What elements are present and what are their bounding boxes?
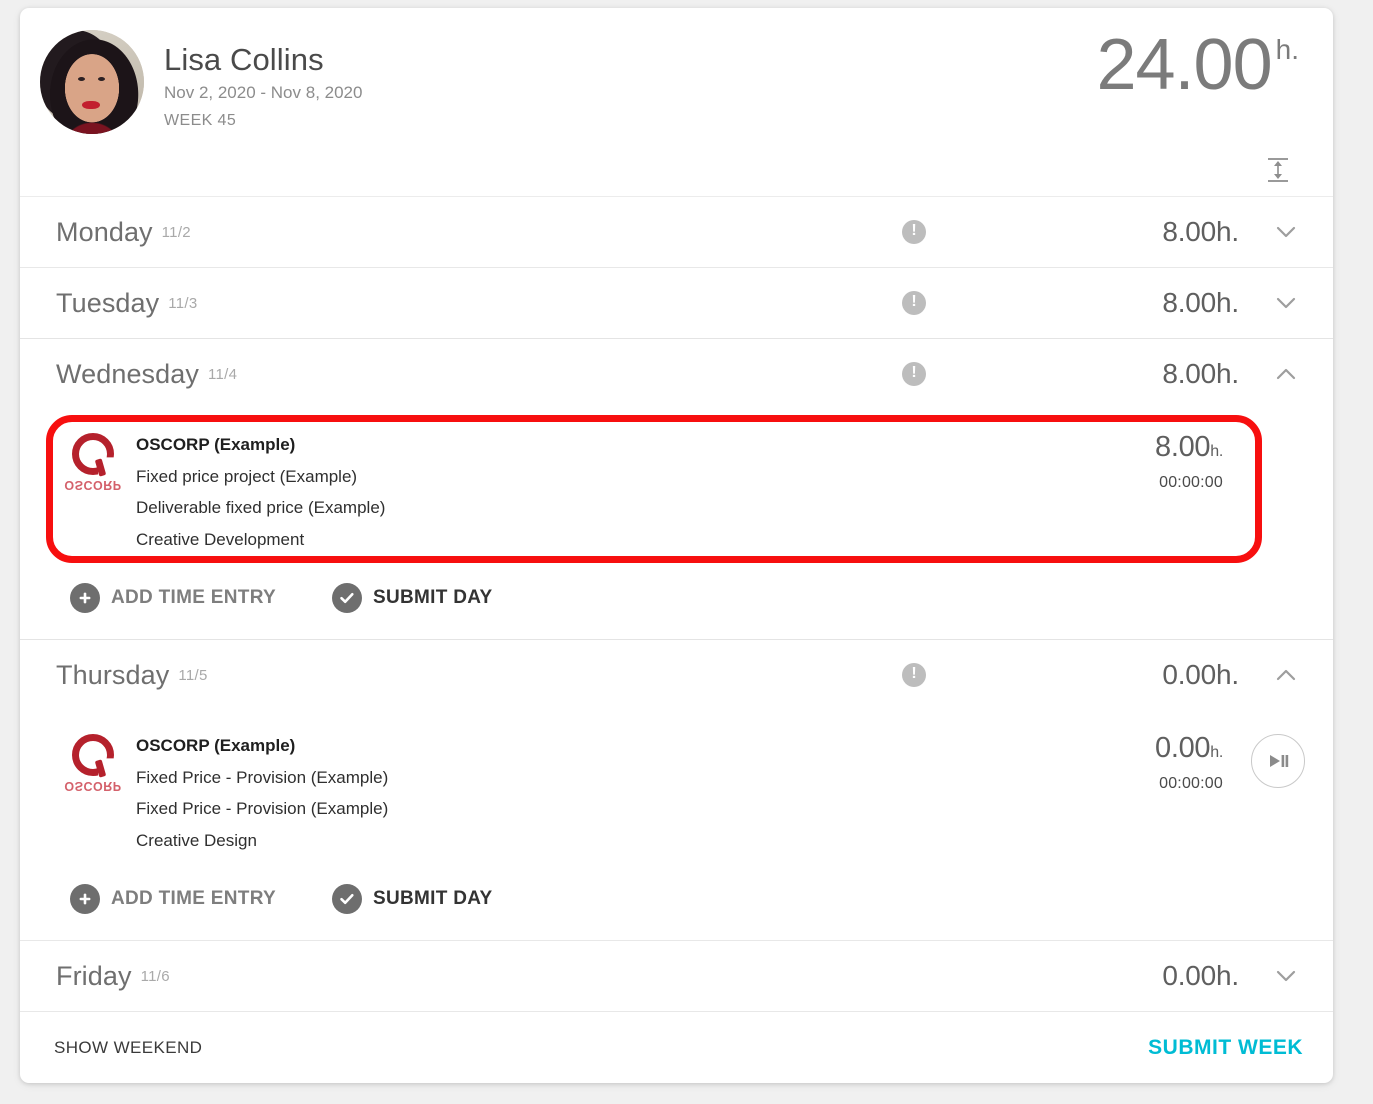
- day-row-tuesday[interactable]: Tuesday 11/3 ! 8.00h.: [20, 268, 1333, 338]
- chevron-down-icon[interactable]: [1267, 957, 1305, 995]
- entry-task: Creative Development: [136, 529, 305, 549]
- day-row-wednesday[interactable]: Wednesday 11/4 ! 8.00h.: [20, 339, 1333, 409]
- add-time-entry-label: ADD TIME ENTRY: [111, 888, 276, 909]
- week-label: WEEK 45: [164, 112, 237, 129]
- day-right: 8.00h.: [1051, 355, 1305, 393]
- day-actions-thursday: ADD TIME ENTRY SUBMIT DAY: [20, 874, 1333, 940]
- date-range: Nov 2, 2020 - Nov 8, 2020: [164, 83, 363, 102]
- timesheet-header: Lisa Collins Nov 2, 2020 - Nov 8, 2020 W…: [20, 8, 1333, 196]
- week-total-unit: h.: [1275, 34, 1299, 65]
- submit-day-label: SUBMIT DAY: [373, 587, 493, 608]
- day-right: 8.00h.: [1051, 284, 1305, 322]
- timesheet-footer: SHOW WEEKEND SUBMIT WEEK: [20, 1011, 1333, 1083]
- day-date: 11/3: [168, 294, 198, 312]
- entry-hours: 0.00h.: [1043, 732, 1223, 765]
- entry-text: OSCORP (Example) Fixed Price - Provision…: [136, 728, 388, 856]
- entry-task: Creative Design: [136, 830, 257, 850]
- week-total-value: 24.00: [1096, 25, 1272, 105]
- entry-client: OSCORP (Example): [136, 435, 296, 454]
- time-entry[interactable]: OSCORP OSCORP (Example) Fixed Price - Pr…: [20, 710, 1333, 874]
- day-right: 8.00h.: [1051, 213, 1305, 251]
- chevron-down-icon[interactable]: [1267, 213, 1305, 251]
- add-time-entry-label: ADD TIME ENTRY: [111, 587, 276, 608]
- day-name: Tuesday: [56, 287, 160, 318]
- oscorp-wordmark: OSCORP: [64, 478, 122, 492]
- time-entry[interactable]: OSCORP OSCORP (Example) Fixed price proj…: [20, 409, 1333, 573]
- submit-day-button[interactable]: SUBMIT DAY: [332, 884, 492, 914]
- user-name: Lisa Collins: [164, 42, 324, 77]
- day-hours: 0.00h.: [1162, 960, 1239, 991]
- timesheet-card: Lisa Collins Nov 2, 2020 - Nov 8, 2020 W…: [20, 8, 1333, 1083]
- entry-wrap-thursday: OSCORP OSCORP (Example) Fixed Price - Pr…: [20, 710, 1333, 874]
- entry-hours-unit: h.: [1210, 443, 1223, 460]
- day-name: Monday: [56, 216, 153, 247]
- day-group-thursday: Thursday 11/5 ! 0.00h. OSCORP OSCORP (Ex…: [20, 639, 1333, 940]
- entry-project: Fixed price project (Example): [136, 466, 358, 486]
- entry-timer: 00:00:00: [1159, 474, 1223, 491]
- add-time-entry-button[interactable]: ADD TIME ENTRY: [70, 884, 276, 914]
- day-group-wednesday: Wednesday 11/4 ! 8.00h. OSCORP OSCORP (E…: [20, 338, 1333, 639]
- entry-amounts: 8.00h. 00:00:00: [1043, 431, 1223, 492]
- day-group-friday: Friday 11/6 0.00h.: [20, 940, 1333, 1011]
- day-right: 0.00h.: [1051, 656, 1305, 694]
- page-background: Lisa Collins Nov 2, 2020 - Nov 8, 2020 W…: [0, 0, 1373, 1104]
- plus-icon: [70, 583, 100, 613]
- warning-icon: !: [902, 362, 926, 386]
- week-total: 24.00 h.: [1096, 28, 1299, 102]
- day-hours: 8.00h.: [1162, 287, 1239, 318]
- avatar: [40, 30, 144, 134]
- entry-hours-unit: h.: [1210, 744, 1223, 761]
- entry-right: 0.00h. 00:00:00: [1043, 728, 1305, 793]
- check-icon: [332, 884, 362, 914]
- entry-amounts: 0.00h. 00:00:00: [1043, 732, 1223, 793]
- day-hours: 8.00h.: [1162, 216, 1239, 247]
- day-date: 11/2: [161, 223, 191, 241]
- entry-hours-value: 8.00: [1155, 431, 1211, 463]
- entry-timer: 00:00:00: [1159, 775, 1223, 792]
- user-meta: Lisa Collins Nov 2, 2020 - Nov 8, 2020 W…: [164, 30, 362, 131]
- day-group-monday: Monday 11/2 ! 8.00h.: [20, 196, 1333, 267]
- submit-day-button[interactable]: SUBMIT DAY: [332, 583, 492, 613]
- warning-icon: !: [902, 291, 926, 315]
- day-hours: 0.00h.: [1162, 659, 1239, 690]
- submit-week-button[interactable]: SUBMIT WEEK: [1148, 1036, 1303, 1060]
- day-name: Thursday: [56, 659, 170, 690]
- check-icon: [332, 583, 362, 613]
- day-name: Friday: [56, 960, 132, 991]
- entry-right: 8.00h. 00:00:00: [1043, 427, 1305, 492]
- submit-day-label: SUBMIT DAY: [373, 888, 493, 909]
- chevron-up-icon[interactable]: [1267, 656, 1305, 694]
- oscorp-wordmark: OSCORP: [64, 779, 122, 793]
- entry-deliverable: Fixed Price - Provision (Example): [136, 799, 389, 818]
- day-row-friday[interactable]: Friday 11/6 0.00h.: [20, 941, 1333, 1011]
- day-date: 11/5: [178, 666, 208, 684]
- entry-client: OSCORP (Example): [136, 736, 296, 755]
- warning-icon: !: [902, 663, 926, 687]
- entry-text: OSCORP (Example) Fixed price project (Ex…: [136, 427, 385, 555]
- chevron-down-icon[interactable]: [1267, 284, 1305, 322]
- add-time-entry-button[interactable]: ADD TIME ENTRY: [70, 583, 276, 613]
- oscorp-logo-icon: OSCORP: [56, 433, 130, 499]
- entry-project: Fixed Price - Provision (Example): [136, 767, 389, 787]
- day-right: 0.00h.: [1051, 957, 1305, 995]
- entry-hours-value: 0.00: [1155, 732, 1211, 764]
- play-pause-icon[interactable]: [1251, 734, 1305, 788]
- day-hours: 8.00h.: [1162, 358, 1239, 389]
- plus-icon: [70, 884, 100, 914]
- chevron-up-icon[interactable]: [1267, 355, 1305, 393]
- day-actions-wednesday: ADD TIME ENTRY SUBMIT DAY: [20, 573, 1333, 639]
- show-weekend-button[interactable]: SHOW WEEKEND: [54, 1038, 202, 1058]
- warning-icon: !: [902, 220, 926, 244]
- entry-hours: 8.00h.: [1043, 431, 1223, 464]
- day-row-thursday[interactable]: Thursday 11/5 ! 0.00h.: [20, 640, 1333, 710]
- entry-deliverable: Deliverable fixed price (Example): [136, 498, 386, 517]
- day-group-tuesday: Tuesday 11/3 ! 8.00h.: [20, 267, 1333, 338]
- fit-height-icon[interactable]: [1261, 153, 1295, 187]
- day-date: 11/4: [208, 365, 238, 383]
- day-name: Wednesday: [56, 358, 199, 389]
- oscorp-logo-icon: OSCORP: [56, 734, 130, 800]
- day-row-monday[interactable]: Monday 11/2 ! 8.00h.: [20, 197, 1333, 267]
- entry-wrap-wednesday: OSCORP OSCORP (Example) Fixed price proj…: [20, 409, 1333, 573]
- day-date: 11/6: [140, 967, 170, 985]
